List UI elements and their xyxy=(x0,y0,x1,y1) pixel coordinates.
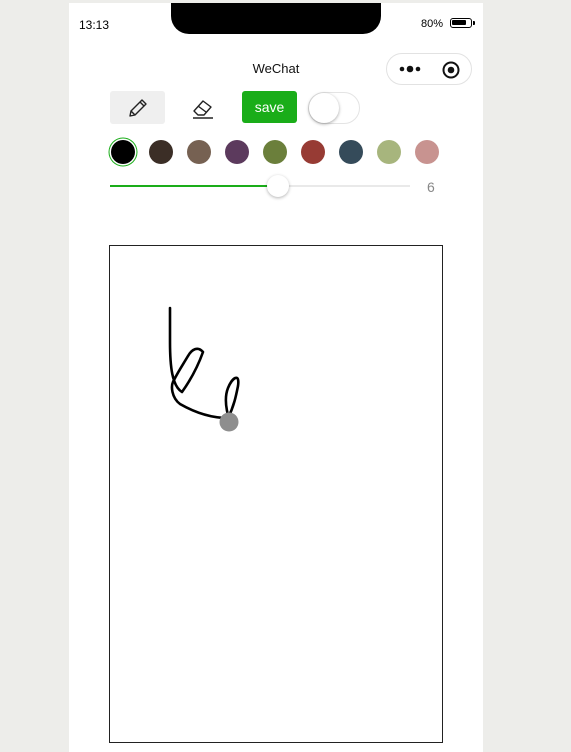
color-swatch[interactable] xyxy=(111,140,135,164)
status-bar: 13:13 80% xyxy=(69,3,483,47)
status-time: 13:13 xyxy=(79,18,110,32)
brush-cursor xyxy=(219,412,239,432)
color-swatch[interactable] xyxy=(415,140,439,164)
eraser-icon xyxy=(192,99,213,119)
color-swatch[interactable] xyxy=(263,140,287,164)
color-swatch[interactable] xyxy=(187,140,211,164)
color-swatch[interactable] xyxy=(225,140,249,164)
save-button[interactable]: save xyxy=(242,91,297,123)
slider-handle[interactable] xyxy=(267,175,289,197)
brush-size-value: 6 xyxy=(427,179,435,195)
color-swatch[interactable] xyxy=(377,140,401,164)
toggle-knob xyxy=(309,93,339,123)
phone-screen: 13:13 80% WeChat save 6 xyxy=(69,3,483,752)
eraser-button[interactable] xyxy=(175,91,230,124)
color-swatch[interactable] xyxy=(301,140,325,164)
ink-stroke xyxy=(168,306,240,424)
more-dots-icon[interactable] xyxy=(398,60,424,78)
battery-icon xyxy=(450,18,472,28)
color-swatch[interactable] xyxy=(149,140,173,164)
pencil-icon xyxy=(128,98,147,117)
pencil-button[interactable] xyxy=(110,91,165,124)
menu-capsule xyxy=(386,53,472,85)
drawing-surface xyxy=(168,306,240,432)
brush-size-slider[interactable] xyxy=(110,175,410,197)
toggle-switch[interactable] xyxy=(308,92,360,124)
notch xyxy=(171,3,381,34)
battery-cap xyxy=(473,21,475,25)
color-swatch[interactable] xyxy=(339,140,363,164)
slider-fill xyxy=(110,185,278,187)
battery-fill xyxy=(452,20,466,25)
battery-percent: 80% xyxy=(421,18,444,30)
target-icon[interactable] xyxy=(441,60,461,80)
drawing-canvas[interactable] xyxy=(109,245,443,743)
